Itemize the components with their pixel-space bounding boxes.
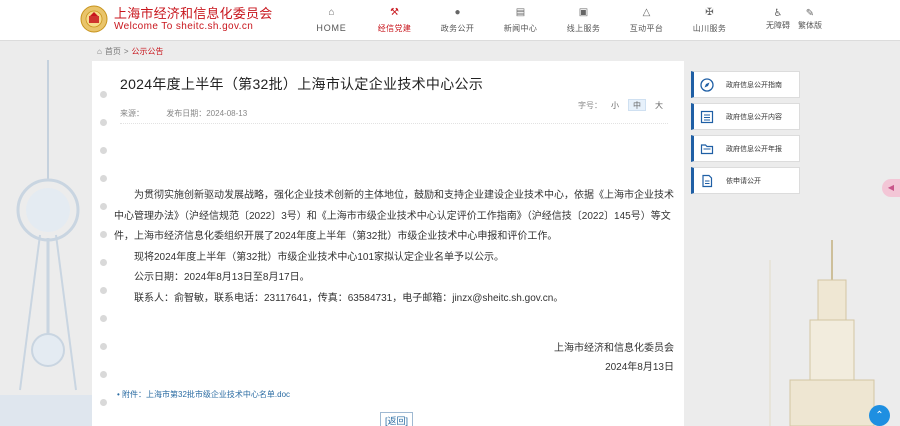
nav-item-online-service[interactable]: ▣ 线上服务 xyxy=(552,6,615,34)
sidebar-item-label: 依申请公开 xyxy=(726,177,761,185)
sidebar-item-disclosure-guide[interactable]: 政府信息公开指南 xyxy=(691,71,800,98)
accessibility-button[interactable]: ♿ 无障碍 xyxy=(766,8,790,31)
nav-label: 政务公开 xyxy=(440,24,475,33)
publish-date: 发布日期：2024-08-13 xyxy=(166,109,248,118)
traditional-chinese-icon: ✎ xyxy=(805,8,815,19)
mountain-service-icon: ✠ xyxy=(705,7,714,18)
logo-title: 上海市经济和信息化委员会 xyxy=(114,5,273,21)
font-size-medium-button[interactable]: 中 xyxy=(628,99,646,111)
font-size-switcher: 字号： 小 中 大 xyxy=(578,99,668,111)
body-paragraph: 公示日期：2024年8月13日至8月17日。 xyxy=(134,272,310,283)
compass-icon xyxy=(700,77,714,92)
signature-org: 上海市经济和信息化委员会 xyxy=(554,343,674,354)
breadcrumb-current[interactable]: 公示公告 xyxy=(132,46,164,57)
nav-label: 山川服务 xyxy=(692,24,727,33)
customs-house-illustration xyxy=(769,240,875,426)
document-icon xyxy=(700,174,714,188)
breadcrumb: ⌂ 首页 > 公示公告 xyxy=(97,46,164,57)
body-paragraph: 联系人：俞智敏，联系电话：23117641，传真：63584731，电子邮箱：j… xyxy=(134,292,564,304)
body-paragraph: 现将2024年度上半年（第32批）市级企业技术中心101家拟认定企业名单予以公示… xyxy=(134,251,505,263)
nav-item-news[interactable]: ▤ 新闻中心 xyxy=(489,6,552,34)
floating-tab-icon[interactable]: ◀ xyxy=(882,179,900,197)
chat-bubble-icon: ● xyxy=(454,7,461,18)
nav-label: 互动平台 xyxy=(629,24,664,33)
binder-holes xyxy=(100,91,110,426)
logo-subtitle: Welcome To sheitc.sh.gov.cn xyxy=(114,20,254,32)
info-disclosure-sidebar: 政府信息公开指南 政府信息公开内容 政府信息公开年报 依申请公开 xyxy=(691,71,800,199)
breadcrumb-separator: > xyxy=(123,47,129,56)
nav-label: 新闻中心 xyxy=(503,24,538,33)
news-icon: ▤ xyxy=(515,7,526,18)
site-logo[interactable]: 上海市经济和信息化委员会 Welcome To sheitc.sh.gov.cn xyxy=(80,5,272,33)
body-paragraph: 为贯彻实施创新驱动发展战略，强化企业技术创新的主体地位，鼓励和支持企业建设企业技… xyxy=(114,190,674,242)
accessibility-icon: ♿ xyxy=(773,8,783,19)
font-size-label: 字号： xyxy=(578,100,602,110)
article-body: 为贯彻实施创新驱动发展战略，强化企业技术创新的主体地位，鼓励和支持企业建设企业技… xyxy=(114,186,682,309)
signature-block: 上海市经济和信息化委员会 2024年8月13日 xyxy=(554,340,674,377)
online-service-icon: ▣ xyxy=(578,7,589,18)
sidebar-item-label: 政府信息公开内容 xyxy=(726,113,782,121)
party-emblem-icon: ⚒ xyxy=(390,7,399,18)
article-meta: 来源： 发布日期：2024-08-13 xyxy=(120,108,247,119)
sidebar-item-disclosure-content[interactable]: 政府信息公开内容 xyxy=(691,103,800,130)
nav-item-government-affairs[interactable]: ● 政务公开 xyxy=(426,6,489,34)
chevron-up-icon[interactable]: ⌃ xyxy=(869,405,890,426)
attachment-link[interactable]: • 附件：上海市第32批市级企业技术中心名单.doc xyxy=(117,389,290,400)
oriental-pearl-tower-illustration xyxy=(0,60,95,426)
logo-emblem-icon xyxy=(80,5,108,33)
tool-label: 繁体版 xyxy=(798,21,822,30)
header-tools: ♿ 无障碍 ✎ 繁体版 xyxy=(766,8,822,31)
tool-label: 无障碍 xyxy=(766,21,790,30)
nav-item-interaction[interactable]: △ 互动平台 xyxy=(615,6,678,34)
font-size-large-button[interactable]: 大 xyxy=(650,99,668,111)
site-header: 上海市经济和信息化委员会 Welcome To sheitc.sh.gov.cn… xyxy=(0,0,900,41)
main-nav: ⌂ HOME ⚒ 经信党建 ● 政务公开 ▤ 新闻中心 ▣ 线上服务 △ 互动平… xyxy=(300,6,741,34)
source-label: 来源： xyxy=(120,109,144,118)
breadcrumb-home[interactable]: 首页 xyxy=(105,46,121,57)
sidebar-item-annual-report[interactable]: 政府信息公开年报 xyxy=(691,135,800,162)
article-panel: 2024年度上半年（第32批）上海市认定企业技术中心公示 来源： 发布日期：20… xyxy=(92,61,684,426)
interaction-icon: △ xyxy=(642,7,651,18)
nav-item-home[interactable]: ⌂ HOME xyxy=(300,6,363,34)
nav-label: HOME xyxy=(316,23,347,33)
folder-icon xyxy=(700,142,714,156)
list-icon xyxy=(700,110,714,124)
nav-label: 经信党建 xyxy=(377,24,412,33)
article-title: 2024年度上半年（第32批）上海市认定企业技术中心公示 xyxy=(120,76,484,92)
nav-label: 线上服务 xyxy=(566,24,601,33)
home-small-icon: ⌂ xyxy=(97,47,102,56)
nav-item-party-building[interactable]: ⚒ 经信党建 xyxy=(363,6,426,34)
sidebar-item-label: 政府信息公开年报 xyxy=(726,145,782,153)
sidebar-item-request-disclosure[interactable]: 依申请公开 xyxy=(691,167,800,194)
sidebar-item-label: 政府信息公开指南 xyxy=(726,81,782,89)
meta-divider xyxy=(120,123,668,124)
signature-date: 2024年8月13日 xyxy=(605,361,674,373)
back-button[interactable]: [返回] xyxy=(380,412,414,426)
home-icon: ⌂ xyxy=(328,7,335,18)
nav-item-mountain-service[interactable]: ✠ 山川服务 xyxy=(678,6,741,34)
font-size-small-button[interactable]: 小 xyxy=(606,99,624,111)
traditional-chinese-button[interactable]: ✎ 繁体版 xyxy=(798,8,822,31)
